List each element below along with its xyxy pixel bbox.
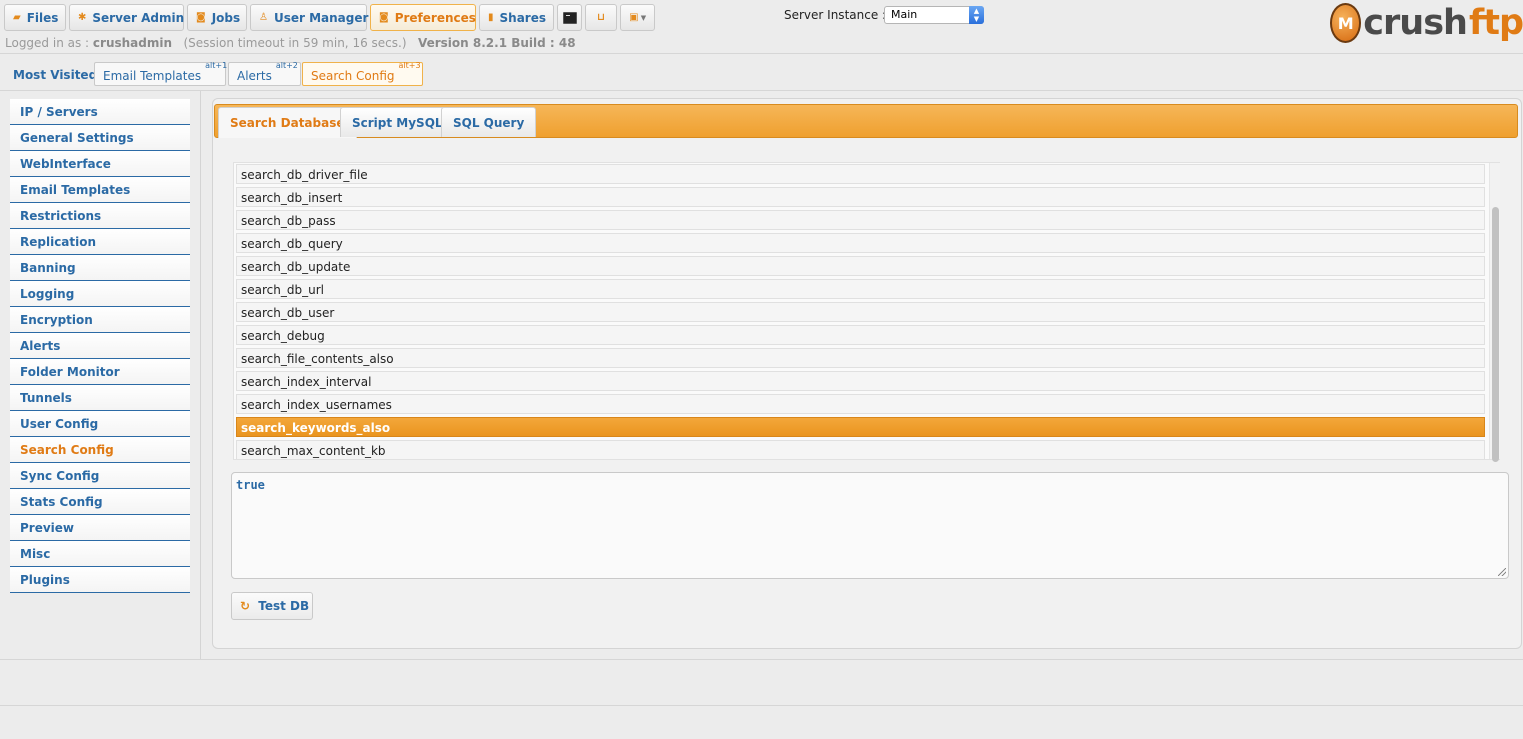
server-instance-select[interactable]: Main ▲ ▼ [884, 6, 984, 24]
sidebar-item-ip-servers[interactable]: IP / Servers [10, 99, 190, 125]
image-icon: ▣ [629, 12, 639, 23]
list-item[interactable]: search_db_driver_file [236, 164, 1485, 184]
setting-value: true [236, 478, 265, 492]
gear-icon: ✱ [78, 12, 87, 23]
lock-button[interactable]: ⊔ [585, 4, 617, 31]
sidebar-item-tunnels[interactable]: Tunnels [10, 385, 190, 411]
folder-icon: ▰ [13, 12, 21, 23]
nav-preferences-label: Preferences [394, 10, 476, 25]
list-item[interactable]: search_db_insert [236, 187, 1485, 207]
divider [0, 705, 1523, 706]
sidebar-item-search-config[interactable]: Search Config [10, 437, 190, 463]
nav-jobs-button[interactable]: ◙ Jobs [187, 4, 247, 31]
test-db-button[interactable]: ↻ Test DB [231, 592, 313, 620]
sidebar-item-stats-config[interactable]: Stats Config [10, 489, 190, 515]
nav-files-button[interactable]: ▰ Files [4, 4, 66, 31]
most-visited-item-label: Alerts [237, 69, 272, 83]
resize-grip-icon[interactable] [1498, 568, 1506, 576]
logo-mark: M [1330, 3, 1362, 43]
list-item[interactable]: search_db_pass [236, 210, 1485, 230]
sidebar: IP / Servers General Settings WebInterfa… [0, 91, 201, 659]
shortcut-label: alt+1 [205, 61, 228, 70]
scrollbar-thumb[interactable] [1492, 207, 1499, 462]
divider [0, 90, 1523, 91]
most-visited-alerts[interactable]: Alertsalt+2 [228, 61, 301, 86]
most-visited-label: Most Visited : [13, 68, 107, 82]
lock-icon: ⊔ [597, 12, 605, 23]
sidebar-item-preview[interactable]: Preview [10, 515, 190, 541]
version-info: Version 8.2.1 Build : 48 [417, 36, 576, 50]
sidebar-item-email-templates[interactable]: Email Templates [10, 177, 190, 203]
server-instance-value: Main [891, 8, 918, 21]
sidebar-item-user-config[interactable]: User Config [10, 411, 190, 437]
list-item[interactable]: search_db_user [236, 302, 1485, 322]
list-item[interactable]: search_db_update [236, 256, 1485, 276]
image-menu-button[interactable]: ▣ ▼ [620, 4, 655, 31]
list-item-selected[interactable]: search_keywords_also [236, 417, 1485, 437]
list-item[interactable]: search_index_interval [236, 371, 1485, 391]
sidebar-item-webinterface[interactable]: WebInterface [10, 151, 190, 177]
nav-preferences-button[interactable]: ◙ Preferences [370, 4, 476, 31]
sidebar-item-logging[interactable]: Logging [10, 281, 190, 307]
shortcut-label: alt+2 [275, 61, 298, 70]
session-info: Logged in as : crushadmin (Session timeo… [5, 36, 576, 50]
user-icon: ♙ [259, 12, 268, 23]
jobs-icon: ◙ [196, 12, 206, 23]
session-timeout: (Session timeout in 59 min, 16 secs.) [183, 36, 407, 50]
settings-list[interactable]: search_db_driver_file search_db_insert s… [233, 162, 1500, 460]
terminal-button[interactable] [557, 4, 582, 31]
server-instance-label: Server Instance : [784, 8, 887, 22]
list-item[interactable]: search_db_query [236, 233, 1485, 253]
sidebar-item-banning[interactable]: Banning [10, 255, 190, 281]
list-item[interactable]: search_debug [236, 325, 1485, 345]
refresh-icon: ↻ [240, 599, 251, 613]
nav-server-admin-label: Server Admin [92, 10, 185, 25]
test-db-label: Test DB [258, 599, 310, 613]
sidebar-item-encryption[interactable]: Encryption [10, 307, 190, 333]
list-scrollbar[interactable] [1489, 163, 1500, 462]
tab-script-mysql[interactable]: Script MySQL [340, 107, 455, 137]
chevron-down-icon: ▼ [640, 13, 647, 22]
preferences-icon: ◙ [379, 12, 389, 23]
divider [0, 53, 1523, 54]
select-arrows-icon: ▲ ▼ [969, 6, 984, 24]
sidebar-item-restrictions[interactable]: Restrictions [10, 203, 190, 229]
tab-sql-query[interactable]: SQL Query [441, 107, 537, 137]
list-item[interactable]: search_index_usernames [236, 394, 1485, 414]
nav-user-manager-label: User Manager [273, 10, 369, 25]
top-navigation: ▰ Files ✱ Server Admin ◙ Jobs ♙ User Man… [0, 0, 1523, 43]
most-visited-item-label: Email Templates [103, 69, 202, 83]
crushftp-logo: M crush ftp [1330, 0, 1523, 46]
sidebar-item-general-settings[interactable]: General Settings [10, 125, 190, 151]
nav-files-label: Files [26, 10, 59, 25]
nav-shares-label: Shares [499, 10, 546, 25]
list-item[interactable]: search_file_contents_also [236, 348, 1485, 368]
sidebar-item-plugins[interactable]: Plugins [10, 567, 190, 593]
sidebar-item-replication[interactable]: Replication [10, 229, 190, 255]
most-visited-item-label: Search Config [311, 69, 395, 83]
sidebar-item-misc[interactable]: Misc [10, 541, 190, 567]
logo-text-ftp: ftp [1468, 2, 1523, 43]
shares-icon: ▮ [488, 12, 494, 23]
nav-shares-button[interactable]: ▮ Shares [479, 4, 554, 31]
shortcut-label: alt+3 [398, 61, 421, 70]
list-item[interactable]: search_max_content_kb [236, 440, 1485, 459]
logo-text-crush: crush [1363, 2, 1468, 43]
sidebar-item-alerts[interactable]: Alerts [10, 333, 190, 359]
most-visited-email-templates[interactable]: Email Templatesalt+1 [94, 61, 228, 86]
most-visited-search-config[interactable]: Search Configalt+3 [302, 61, 423, 86]
nav-jobs-label: Jobs [211, 10, 241, 25]
sidebar-item-folder-monitor[interactable]: Folder Monitor [10, 359, 190, 385]
nav-user-manager-button[interactable]: ♙ User Manager [250, 4, 369, 31]
nav-server-admin-button[interactable]: ✱ Server Admin [69, 4, 184, 31]
session-prefix: Logged in as : [5, 36, 90, 50]
list-item[interactable]: search_db_url [236, 279, 1485, 299]
session-user: crushadmin [92, 36, 173, 50]
setting-value-textarea[interactable]: true [231, 472, 1509, 579]
tab-search-database[interactable]: Search Database [218, 107, 357, 138]
divider [0, 659, 1523, 660]
sidebar-item-sync-config[interactable]: Sync Config [10, 463, 190, 489]
terminal-icon [562, 11, 577, 24]
